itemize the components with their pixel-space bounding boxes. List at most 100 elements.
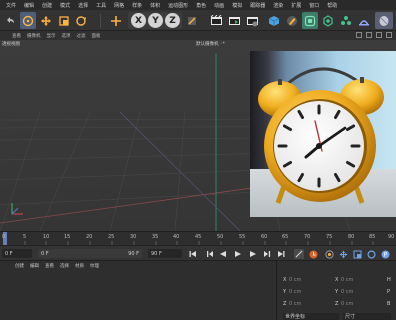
next-key-icon[interactable] (262, 249, 272, 259)
play-icon[interactable] (233, 249, 243, 259)
y-axis-lock-icon[interactable]: Y (148, 13, 163, 28)
transport-bar: 0 F 0 F 90 F 90 F P (0, 245, 396, 260)
menu-character[interactable]: 角色 (192, 2, 210, 9)
coordinate-mode-dropdown[interactable]: 世界坐标 (283, 312, 339, 320)
record-icon[interactable] (294, 249, 304, 259)
rotate-icon[interactable] (73, 12, 89, 29)
menu-simulate[interactable]: 模拟 (228, 2, 246, 9)
coord-row-x: X 0 cm X 0 cm H (283, 275, 393, 285)
position-key-icon[interactable] (338, 249, 348, 259)
timeline-tick: 5 (23, 234, 27, 240)
menu-create[interactable]: 创建 (38, 2, 56, 9)
coord-row-z: Z 0 cm Z 0 cm B (283, 299, 393, 309)
viewport-menu-filter[interactable]: 过滤 (74, 33, 89, 39)
menu-file[interactable]: 文件 (2, 2, 20, 9)
go-to-end-icon[interactable] (276, 249, 286, 259)
menu-spline[interactable]: 样条 (128, 2, 146, 9)
menu-mode[interactable]: 模式 (56, 2, 74, 9)
timeline-tick: 20 (86, 234, 93, 240)
viewport-menu-cameras[interactable]: 摄像机 (24, 33, 44, 39)
size-mode-dropdown[interactable]: 尺寸 (343, 312, 391, 320)
menu-extensions[interactable]: 扩展 (287, 2, 305, 9)
menu-view-material[interactable]: 查看 (42, 263, 57, 269)
menu-mograph[interactable]: 运动图形 (164, 2, 192, 9)
menu-material[interactable]: 材质 (72, 263, 87, 269)
menu-mesh[interactable]: 网格 (110, 2, 128, 9)
coordinate-system-icon[interactable] (184, 12, 200, 29)
viewport-menu: 查看 摄像机 显示 选项 过滤 面板 (0, 31, 396, 40)
menu-texture[interactable]: 纹理 (87, 263, 102, 269)
view-name-label: 透视视图 (2, 42, 20, 47)
environment-icon[interactable] (375, 12, 393, 29)
timeline-tick: 65 (282, 234, 289, 240)
render-settings-icon[interactable] (244, 12, 260, 29)
menu-help[interactable]: 帮助 (323, 2, 341, 9)
camera-name-label[interactable]: 默认摄像机 ◦* (196, 41, 225, 47)
scale-key-icon[interactable] (352, 249, 362, 259)
axis-gizmo-icon (11, 203, 23, 215)
timeline-tick: 50 (217, 234, 224, 240)
menu-animate[interactable]: 动画 (210, 2, 228, 9)
keyframe-selection-icon[interactable] (324, 249, 334, 259)
size-z-field[interactable]: 0 cm (341, 301, 387, 307)
menu-select-material[interactable]: 选择 (57, 263, 72, 269)
pan-icon[interactable] (356, 32, 362, 38)
cube-icon[interactable] (266, 12, 282, 29)
menu-window[interactable]: 窗口 (305, 2, 323, 9)
preview-end-field[interactable]: 90 F (148, 249, 182, 258)
undo-icon[interactable] (2, 12, 18, 29)
next-frame-icon[interactable] (248, 249, 258, 259)
alarm-clock-image (250, 51, 396, 217)
autokey-icon[interactable] (308, 249, 318, 259)
timeline-tick: 35 (152, 234, 159, 240)
parameter-key-icon[interactable]: P (380, 249, 390, 259)
orbit-icon[interactable] (376, 32, 382, 38)
menu-volume[interactable]: 体积 (146, 2, 164, 9)
current-frame-field[interactable]: 0 F (2, 249, 32, 258)
coord-axis-label: B (387, 301, 391, 307)
size-x-field[interactable]: 0 cm (341, 277, 387, 283)
menu-render[interactable]: 渲染 (269, 2, 287, 9)
frame-range-slider[interactable]: 0 F 90 F (38, 249, 142, 258)
move-icon[interactable] (38, 12, 54, 29)
mograph-cloner-icon[interactable] (338, 12, 354, 29)
size-y-field[interactable]: 0 cm (341, 289, 387, 295)
maximize-view-icon[interactable] (386, 32, 392, 38)
viewport-menu-display[interactable]: 显示 (44, 33, 59, 39)
previous-key-icon[interactable] (205, 249, 215, 259)
live-select-icon[interactable] (20, 12, 36, 29)
menu-create-material[interactable]: 创建 (12, 263, 27, 269)
menu-select[interactable]: 选择 (74, 2, 92, 9)
timeline-ruler[interactable]: 0 5 10 15 20 25 30 35 40 45 50 55 60 65 … (0, 231, 396, 246)
previous-frame-icon[interactable] (218, 249, 228, 259)
viewport-menu-options[interactable]: 选项 (59, 33, 74, 39)
scale-icon[interactable] (56, 12, 72, 29)
position-z-field[interactable]: 0 cm (289, 301, 335, 307)
z-axis-lock-icon[interactable]: Z (165, 13, 180, 28)
menu-edit[interactable]: 编辑 (20, 2, 38, 9)
viewport-menu-panel[interactable]: 面板 (89, 33, 104, 39)
svg-text:P: P (383, 251, 387, 258)
rotation-key-icon[interactable] (366, 249, 376, 259)
deformer-icon[interactable] (356, 12, 372, 29)
transform-icon[interactable] (108, 12, 124, 29)
menu-edit-material[interactable]: 编辑 (27, 263, 42, 269)
menu-tracker[interactable]: 跟踪器 (246, 2, 269, 9)
viewport-menu-view[interactable]: 查看 (12, 33, 24, 39)
render-picture-viewer-icon[interactable] (226, 12, 242, 29)
x-axis-lock-icon[interactable]: X (131, 13, 146, 28)
zoom-icon[interactable] (366, 32, 372, 38)
subdivision-surface-icon[interactable] (302, 12, 318, 29)
separator-icon (93, 12, 109, 29)
cloner-icon[interactable] (320, 12, 336, 29)
go-to-start-icon[interactable] (188, 249, 198, 259)
position-x-field[interactable]: 0 cm (289, 277, 335, 283)
render-view-icon[interactable] (208, 12, 224, 29)
coord-axis-label: H (387, 277, 391, 283)
timeline-tick: 75 (326, 234, 333, 240)
menu-tools[interactable]: 工具 (92, 2, 110, 9)
timeline-tick: 85 (369, 234, 376, 240)
render-preview-image (250, 51, 396, 217)
pen-spline-icon[interactable] (284, 12, 300, 29)
position-y-field[interactable]: 0 cm (289, 289, 335, 295)
